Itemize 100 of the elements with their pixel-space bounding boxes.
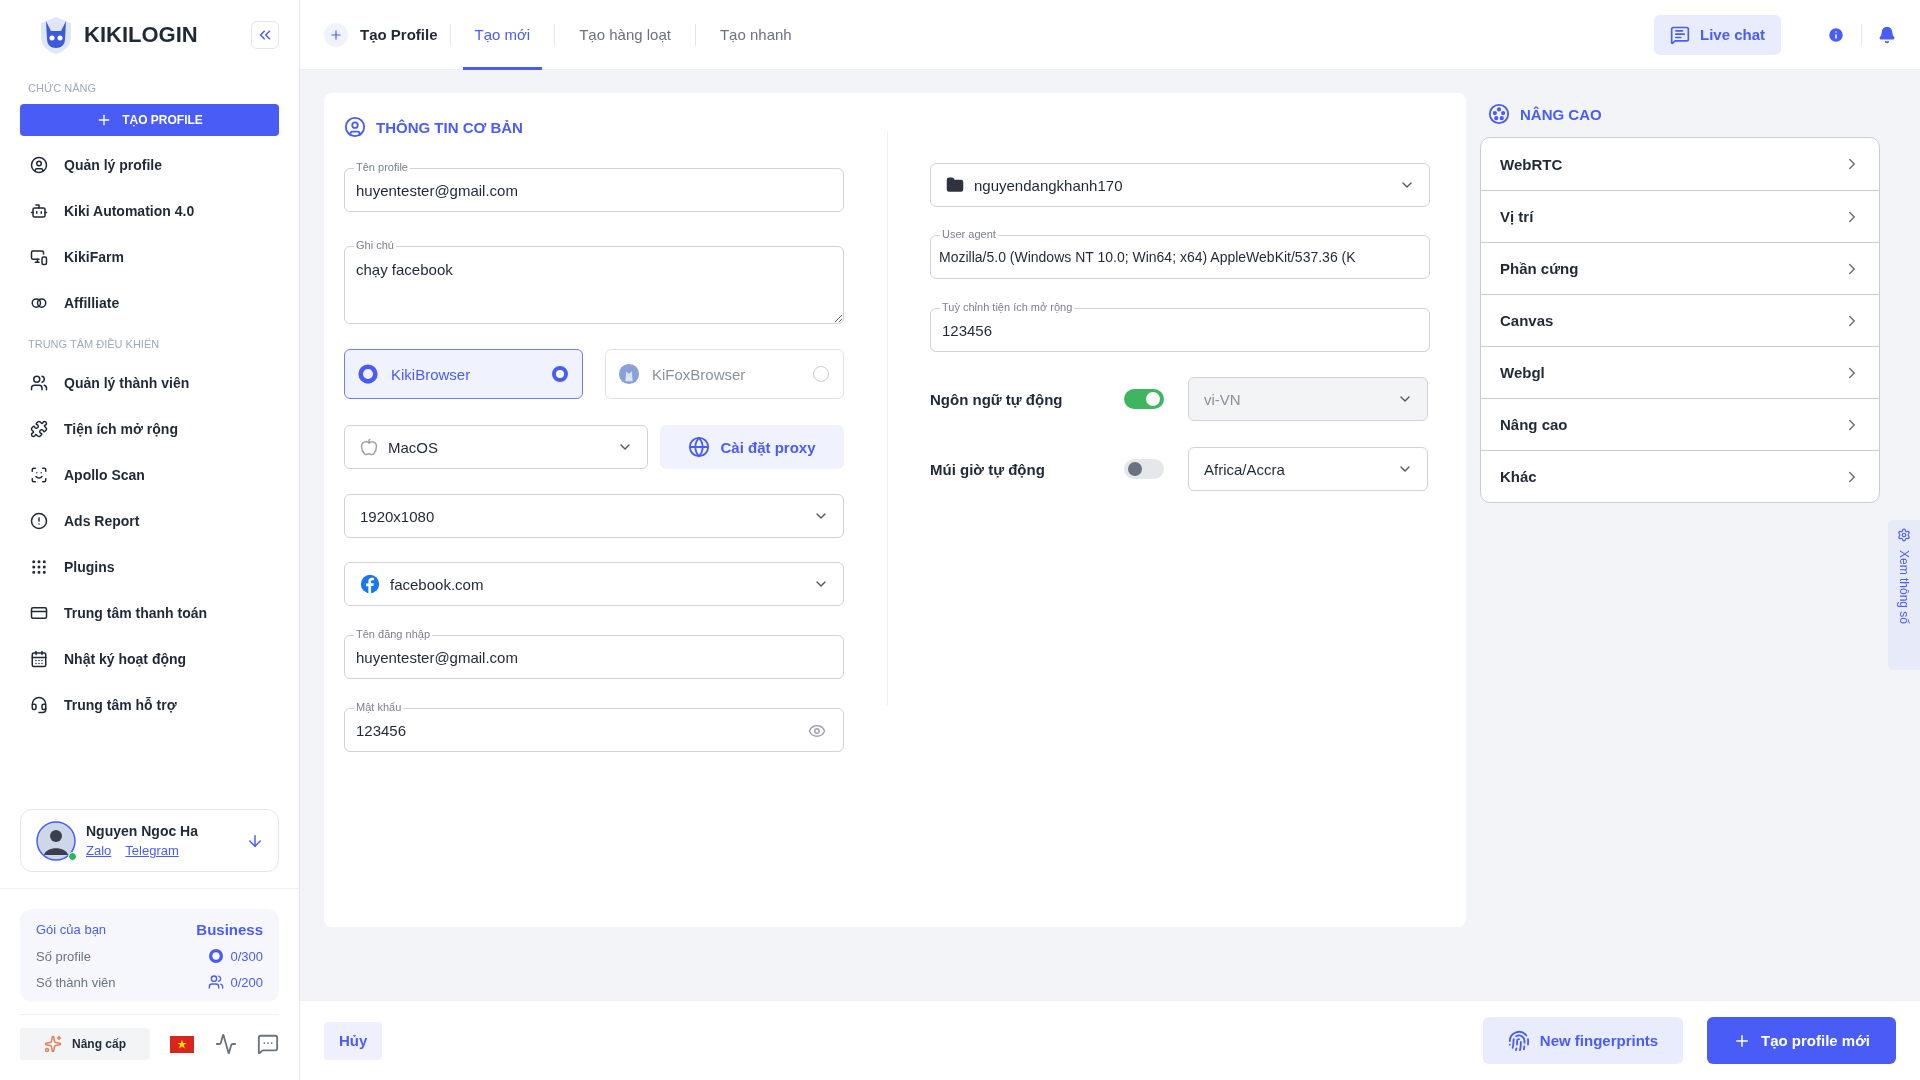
sidebar-item[interactable]: Quản lý thành viên [20, 360, 279, 406]
proxy-button[interactable]: Cài đặt proxy [660, 425, 844, 469]
credit-card-icon [30, 604, 48, 622]
sidebar-item[interactable]: Quản lý profile [20, 142, 279, 188]
logo-icon [38, 15, 74, 55]
monitor-icon [30, 248, 48, 266]
sidebar-item[interactable]: Tiện ích mở rộng [20, 406, 279, 452]
section-heading: TRUNG TÂM ĐIỀU KHIỂN [28, 338, 161, 350]
create-profile-button[interactable]: Tạo profile mới [1707, 1017, 1896, 1064]
brand-name: KIKILOGIN [84, 22, 199, 48]
settings-item[interactable]: Webgl [1481, 346, 1879, 398]
info-button[interactable] [1827, 25, 1845, 44]
radio-icon [813, 366, 829, 382]
sidebar-item[interactable]: KikiFarm [20, 234, 279, 280]
cancel-button[interactable]: Hủy [324, 1021, 383, 1060]
browser-logo-icon [208, 948, 225, 964]
gear-icon [1897, 528, 1911, 542]
sidebar-item[interactable]: Trung tâm hỗ trợ [20, 682, 279, 728]
field-label: User agent [940, 228, 998, 241]
field-label: Mật khẩu [354, 701, 404, 714]
apple-icon [360, 438, 378, 456]
website-select[interactable]: facebook.com [344, 562, 844, 606]
toggle-label: Ngôn ngữ tự động [930, 390, 1064, 408]
tab[interactable]: Tạo mới [462, 0, 543, 70]
sidebar-item[interactable]: Nhật ký hoạt động [20, 636, 279, 682]
dropdown[interactable]: Africa/Accra [1188, 447, 1428, 491]
tab[interactable]: Tạo hàng loạt [567, 0, 683, 70]
plan-value: 0/300 [230, 948, 263, 964]
field-label: Tuỳ chỉnh tiện ích mở rộng [940, 301, 1075, 314]
toggle-switch[interactable] [1124, 459, 1164, 479]
os-select[interactable]: MacOS [344, 425, 648, 469]
scan-icon [30, 466, 48, 484]
headset-icon [30, 696, 48, 714]
users-icon [208, 974, 225, 990]
activity-button[interactable] [214, 1033, 237, 1055]
plan-value: 0/200 [230, 974, 263, 990]
language-button[interactable] [170, 1035, 195, 1053]
bell-icon [1878, 25, 1896, 44]
settings-item[interactable]: Canvas [1481, 294, 1879, 346]
contact-link[interactable]: Telegram [125, 843, 179, 858]
dots-circle-icon [1488, 103, 1510, 125]
contact-link[interactable]: Zalo [86, 843, 112, 858]
upgrade-button[interactable]: Nâng cấp [20, 1028, 150, 1060]
grid-icon [30, 558, 48, 576]
settings-item[interactable]: Phần cứng [1481, 242, 1879, 294]
settings-item[interactable]: Vị trí [1481, 190, 1879, 242]
settings-item[interactable]: Khác [1481, 450, 1879, 502]
fingerprint-icon [1507, 1029, 1530, 1052]
tab[interactable]: Tạo nhanh [707, 0, 804, 70]
message-icon [257, 1033, 279, 1055]
collapse-button[interactable] [251, 21, 279, 49]
toggle-label: Múi giờ tự động [930, 460, 1046, 478]
eye-icon[interactable] [808, 722, 826, 740]
section-heading: CHỨC NĂNG [28, 82, 98, 94]
fox-logo-icon [618, 363, 640, 385]
sparkles-icon [44, 1035, 62, 1053]
create-profile-button[interactable]: TẠO PROFILE [20, 104, 279, 136]
plan-label: Số thành viên [36, 974, 116, 990]
new-fingerprints-button[interactable]: New fingerprints [1483, 1017, 1683, 1064]
user-name: Nguyen Ngoc Ha [86, 823, 199, 839]
section-title: THÔNG TIN CƠ BẢN [376, 118, 523, 136]
folder-icon [946, 176, 964, 194]
user-circle-icon [30, 156, 48, 174]
users-icon [30, 374, 48, 392]
section-title: NÂNG CAO [1520, 105, 1602, 123]
calendar-icon [30, 650, 48, 668]
view-specs-tab[interactable]: Xem thông số [1888, 520, 1920, 670]
live-chat-button[interactable]: Live chat [1653, 14, 1781, 55]
sidebar-item[interactable]: Ads Report [20, 498, 279, 544]
notifications-button[interactable] [1878, 25, 1896, 44]
sidebar-item[interactable]: Kiki Automation 4.0 [20, 188, 279, 234]
sidebar-item[interactable]: Trung tâm thanh toán [20, 590, 279, 636]
plan-label: Gói của bạn [36, 922, 107, 937]
sidebar-item[interactable]: Plugins [20, 544, 279, 590]
globe-icon [688, 436, 711, 458]
avatar-icon [36, 820, 76, 861]
settings-item[interactable]: Nâng cao [1481, 398, 1879, 450]
field-label: Ghi chú [354, 239, 396, 252]
info-icon [1827, 25, 1845, 44]
field-label: Tên profile [354, 161, 410, 174]
resolution-select[interactable]: 1920x1080 [344, 494, 844, 538]
sidebar-item[interactable]: Affilliate [20, 280, 279, 326]
browser-logo-icon [357, 363, 379, 385]
facebook-logo-icon [360, 574, 380, 594]
activity-icon [214, 1033, 237, 1055]
plus-icon [329, 27, 343, 42]
chat-icon [1669, 24, 1690, 45]
user-circle-icon [344, 116, 366, 138]
toggle-switch[interactable] [1124, 389, 1164, 409]
sidebar-item[interactable]: Apollo Scan [20, 452, 279, 498]
folder-select[interactable]: nguyendangkhanh170 [930, 163, 1430, 207]
settings-item[interactable]: WebRTC [1481, 138, 1879, 190]
flag-icon [170, 1035, 195, 1053]
plan-value: Business [196, 921, 263, 938]
field-label: Tên đăng nhập [354, 628, 432, 641]
feedback-button[interactable] [257, 1033, 279, 1055]
browser-option[interactable]: KikiBrowser [344, 349, 583, 399]
page-title: Tạo Profile [360, 26, 438, 43]
robot-icon [30, 202, 48, 220]
add-button[interactable] [324, 22, 348, 47]
